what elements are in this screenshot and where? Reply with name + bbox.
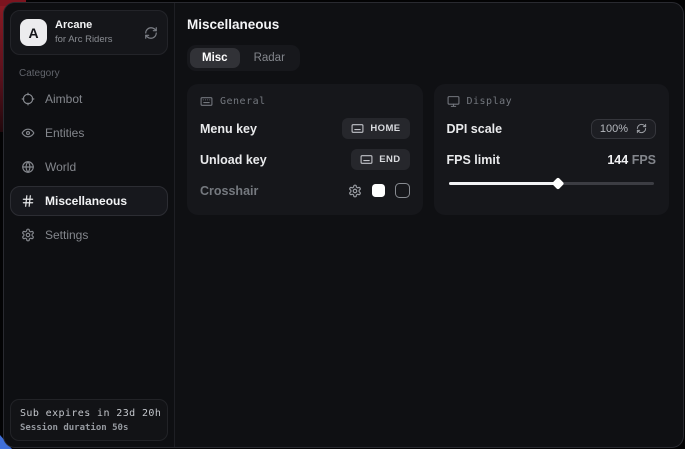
main-content: Miscellaneous Misc Radar General Menu ke… xyxy=(175,3,683,447)
sidebar-item-entities[interactable]: Entities xyxy=(10,118,168,148)
dpi-scale-label: DPI scale xyxy=(447,122,503,136)
sidebar-item-label: Entities xyxy=(45,126,84,140)
monitor-icon xyxy=(447,95,460,108)
general-panel-title: General xyxy=(220,96,266,107)
crosshair-label: Crosshair xyxy=(200,184,258,198)
dpi-scale-value: 100% xyxy=(600,123,628,135)
sidebar-item-settings[interactable]: Settings xyxy=(10,220,168,250)
gear-icon[interactable] xyxy=(348,184,362,198)
crosshair-icon xyxy=(21,92,35,106)
display-panel-header: Display xyxy=(447,95,657,108)
fps-unit: FPS xyxy=(632,153,656,167)
sidebar-item-label: Miscellaneous xyxy=(45,194,127,208)
fps-limit-value: 144 FPS xyxy=(607,153,656,167)
refresh-icon[interactable] xyxy=(144,26,158,40)
menu-key-value: HOME xyxy=(370,123,400,134)
sub-expiry-text: Sub expires in 23d 20h xyxy=(20,408,158,419)
sidebar-item-label: Settings xyxy=(45,228,88,242)
category-label: Category xyxy=(19,68,174,79)
fps-limit-row: FPS limit 144 FPS xyxy=(447,149,657,170)
fps-slider-fill xyxy=(449,182,560,185)
brand-logo: A xyxy=(20,19,47,46)
brand-card: A Arcane for Arc Riders xyxy=(10,10,168,55)
crosshair-color-swatch[interactable] xyxy=(372,184,385,197)
fps-limit-slider[interactable] xyxy=(447,177,657,189)
tab-radar[interactable]: Radar xyxy=(242,48,297,68)
fps-number: 144 xyxy=(607,153,628,167)
sidebar-item-miscellaneous[interactable]: Miscellaneous xyxy=(10,186,168,216)
display-panel-title: Display xyxy=(467,96,513,107)
brand-title: Arcane xyxy=(55,19,136,33)
subscription-status-card: Sub expires in 23d 20h Session duration … xyxy=(10,399,168,441)
hash-icon xyxy=(21,194,35,208)
menu-key-bind-button[interactable]: HOME xyxy=(342,118,409,139)
keyboard-icon xyxy=(351,122,364,135)
crosshair-checkbox[interactable] xyxy=(395,183,410,198)
app-window: A Arcane for Arc Riders Category xyxy=(3,2,684,448)
gear-icon xyxy=(21,228,35,242)
dpi-scale-row: DPI scale 100% xyxy=(447,118,657,139)
sidebar-item-world[interactable]: World xyxy=(10,152,168,182)
brand-subtitle: for Arc Riders xyxy=(55,34,136,46)
unload-key-value: END xyxy=(379,154,400,165)
fps-slider-thumb[interactable] xyxy=(551,177,564,190)
keyboard-icon xyxy=(200,95,213,108)
sidebar-item-label: Aimbot xyxy=(45,92,82,106)
unload-key-row: Unload key END xyxy=(200,149,410,170)
eye-icon xyxy=(21,126,35,140)
sidebar-item-label: World xyxy=(45,160,76,174)
crosshair-controls xyxy=(348,183,410,198)
crosshair-row: Crosshair xyxy=(200,180,410,201)
display-panel: Display DPI scale 100% xyxy=(434,84,670,215)
refresh-icon xyxy=(636,123,647,134)
dpi-scale-select[interactable]: 100% xyxy=(591,119,656,139)
menu-key-label: Menu key xyxy=(200,122,257,136)
general-panel-header: General xyxy=(200,95,410,108)
menu-key-row: Menu key HOME xyxy=(200,118,410,139)
tab-misc[interactable]: Misc xyxy=(190,48,240,68)
brand-text: Arcane for Arc Riders xyxy=(55,19,136,46)
sidebar-nav: Aimbot Entities World xyxy=(4,84,174,254)
unload-key-label: Unload key xyxy=(200,153,267,167)
globe-icon xyxy=(21,160,35,174)
sidebar: A Arcane for Arc Riders Category xyxy=(4,3,175,447)
unload-key-bind-button[interactable]: END xyxy=(351,149,409,170)
general-panel: General Menu key HOME Unload key xyxy=(187,84,423,215)
fps-limit-label: FPS limit xyxy=(447,153,500,167)
sidebar-item-aimbot[interactable]: Aimbot xyxy=(10,84,168,114)
tab-bar: Misc Radar xyxy=(187,45,300,71)
session-duration-text: Session duration 50s xyxy=(20,423,158,433)
page-title: Miscellaneous xyxy=(187,17,669,32)
panels-row: General Menu key HOME Unload key xyxy=(187,84,669,215)
keyboard-icon xyxy=(360,153,373,166)
